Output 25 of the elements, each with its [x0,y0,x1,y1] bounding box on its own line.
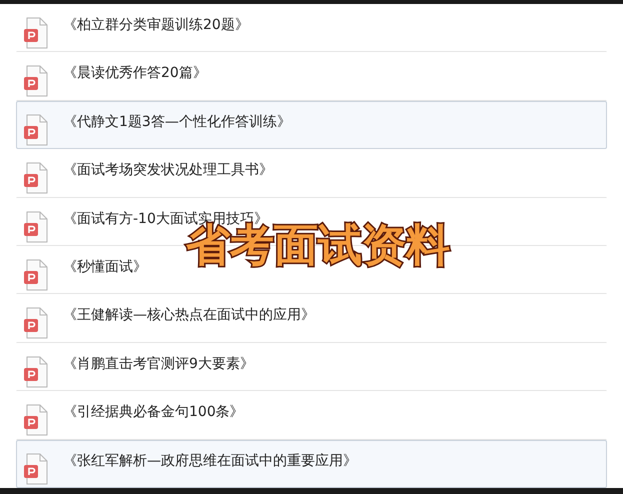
pdf-file-icon [23,356,49,388]
pdf-file-icon [23,404,49,436]
pdf-file-icon [23,452,49,485]
file-row[interactable]: 《张红军解析—政府思维在面试中的重要应用》 [16,440,607,488]
pdf-file-icon [23,259,49,292]
file-row[interactable]: 《王健解读—核心热点在面试中的应用》 [16,294,607,343]
pdf-file-icon [23,162,49,194]
file-name: 《代静文1题3答—个性化作答训练》 [63,112,291,132]
pdf-file-icon [23,114,49,146]
file-name: 《王健解读—核心热点在面试中的应用》 [63,306,315,326]
pdf-file-icon [23,307,49,340]
file-name: 《秒懂面试》 [63,258,147,278]
file-row[interactable]: 《面试考场突发状况处理工具书》 [16,149,607,198]
pdf-file-icon [23,65,49,98]
file-name: 《张红军解析—政府思维在面试中的重要应用》 [63,452,357,471]
file-row[interactable]: 《代静文1题3答—个性化作答训练》 [16,100,607,150]
file-row[interactable]: 《柏立群分类审题训练20题》 [16,4,607,52]
file-row[interactable]: 《肖鹏直击考官测评9大要素》 [16,342,607,392]
pdf-file-icon [23,210,49,243]
file-name: 《引经据典必备金句100条》 [63,403,244,422]
file-name: 《肖鹏直击考官测评9大要素》 [63,354,254,374]
file-name: 《面试考场突发状况处理工具书》 [63,161,273,180]
file-name: 《柏立群分类审题训练20题》 [63,16,249,35]
file-name: 《晨读优秀作答20篇》 [63,64,207,84]
pdf-file-icon [23,17,49,49]
